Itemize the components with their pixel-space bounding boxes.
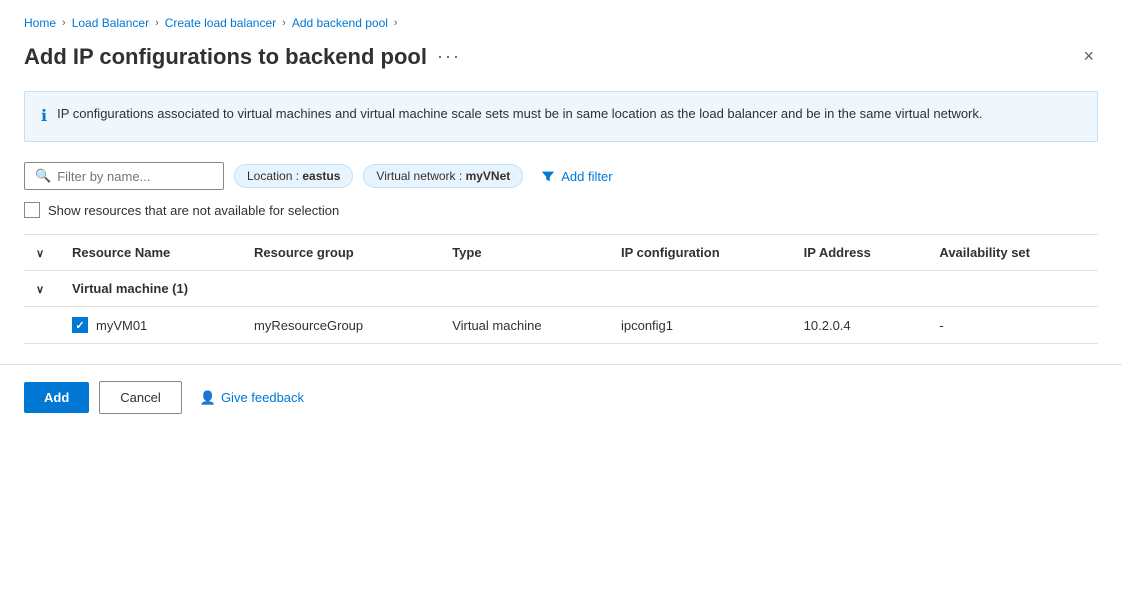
add-button[interactable]: Add — [24, 382, 89, 413]
row-checkbox[interactable] — [72, 317, 88, 333]
filter-by-name-input[interactable] — [57, 169, 213, 184]
th-type: Type — [440, 235, 609, 271]
close-button[interactable]: × — [1079, 42, 1098, 71]
th-availability-set: Availability set — [927, 235, 1098, 271]
row-resource-name: myVM01 — [96, 318, 147, 333]
vnet-filter-tag[interactable]: Virtual network : myVNet — [363, 164, 523, 188]
show-resources-label: Show resources that are not available fo… — [48, 203, 339, 218]
page-title: Add IP configurations to backend pool — [24, 44, 427, 70]
cancel-button[interactable]: Cancel — [99, 381, 181, 414]
th-resource-name: Resource Name — [60, 235, 242, 271]
breadcrumb: Home › Load Balancer › Create load balan… — [24, 16, 1098, 30]
th-ip-configuration: IP configuration — [609, 235, 792, 271]
location-filter-label: Location : — [247, 169, 302, 183]
info-banner: ℹ IP configurations associated to virtua… — [24, 91, 1098, 142]
breadcrumb-home[interactable]: Home — [24, 16, 56, 30]
info-icon: ℹ — [41, 105, 47, 129]
resources-table: ∨ Resource Name Resource group Type IP c… — [24, 234, 1098, 344]
th-ip-address: IP Address — [792, 235, 928, 271]
expand-all-icon[interactable]: ∨ — [36, 248, 44, 260]
row-indent — [24, 307, 60, 344]
th-expand: ∨ — [24, 235, 60, 271]
location-filter-value: eastus — [302, 169, 340, 183]
show-resources-row: Show resources that are not available fo… — [24, 202, 1098, 218]
group-expand-cell[interactable]: ∨ — [24, 271, 60, 307]
row-type: Virtual machine — [440, 307, 609, 344]
filter-row: 🔍 Location : eastus Virtual network : my… — [24, 162, 1098, 190]
info-banner-text: IP configurations associated to virtual … — [57, 104, 982, 124]
group-name-cell: Virtual machine (1) — [60, 271, 1098, 307]
vnet-filter-label: Virtual network : — [376, 169, 465, 183]
feedback-person-icon: 👤 — [200, 390, 216, 406]
feedback-label: Give feedback — [221, 390, 304, 405]
page-header: Add IP configurations to backend pool ··… — [24, 42, 1098, 71]
th-resource-group: Resource group — [242, 235, 440, 271]
give-feedback-link[interactable]: 👤 Give feedback — [200, 390, 304, 406]
table-row: myVM01 myResourceGroup Virtual machine i… — [24, 307, 1098, 344]
show-resources-checkbox[interactable] — [24, 202, 40, 218]
more-options-button[interactable]: ··· — [437, 46, 461, 67]
group-row-vm: ∨ Virtual machine (1) — [24, 271, 1098, 307]
breadcrumb-load-balancer[interactable]: Load Balancer — [72, 16, 149, 30]
vnet-filter-value: myVNet — [466, 169, 511, 183]
footer: Add Cancel 👤 Give feedback — [0, 365, 1122, 430]
row-resource-group: myResourceGroup — [242, 307, 440, 344]
search-icon: 🔍 — [35, 168, 51, 184]
breadcrumb-add-backend-pool[interactable]: Add backend pool — [292, 16, 388, 30]
breadcrumb-create-load-balancer[interactable]: Create load balancer — [165, 16, 276, 30]
row-ip-address: 10.2.0.4 — [792, 307, 928, 344]
add-filter-button[interactable]: Add filter — [533, 165, 620, 188]
location-filter-tag[interactable]: Location : eastus — [234, 164, 353, 188]
row-ip-configuration: ipconfig1 — [609, 307, 792, 344]
row-availability-set: - — [927, 307, 1098, 344]
group-name: Virtual machine (1) — [72, 281, 188, 296]
add-filter-label: Add filter — [561, 169, 612, 184]
filter-icon — [541, 169, 555, 183]
filter-input-container[interactable]: 🔍 — [24, 162, 224, 190]
row-name-cell: myVM01 — [60, 307, 242, 344]
group-expand-icon[interactable]: ∨ — [36, 284, 44, 296]
